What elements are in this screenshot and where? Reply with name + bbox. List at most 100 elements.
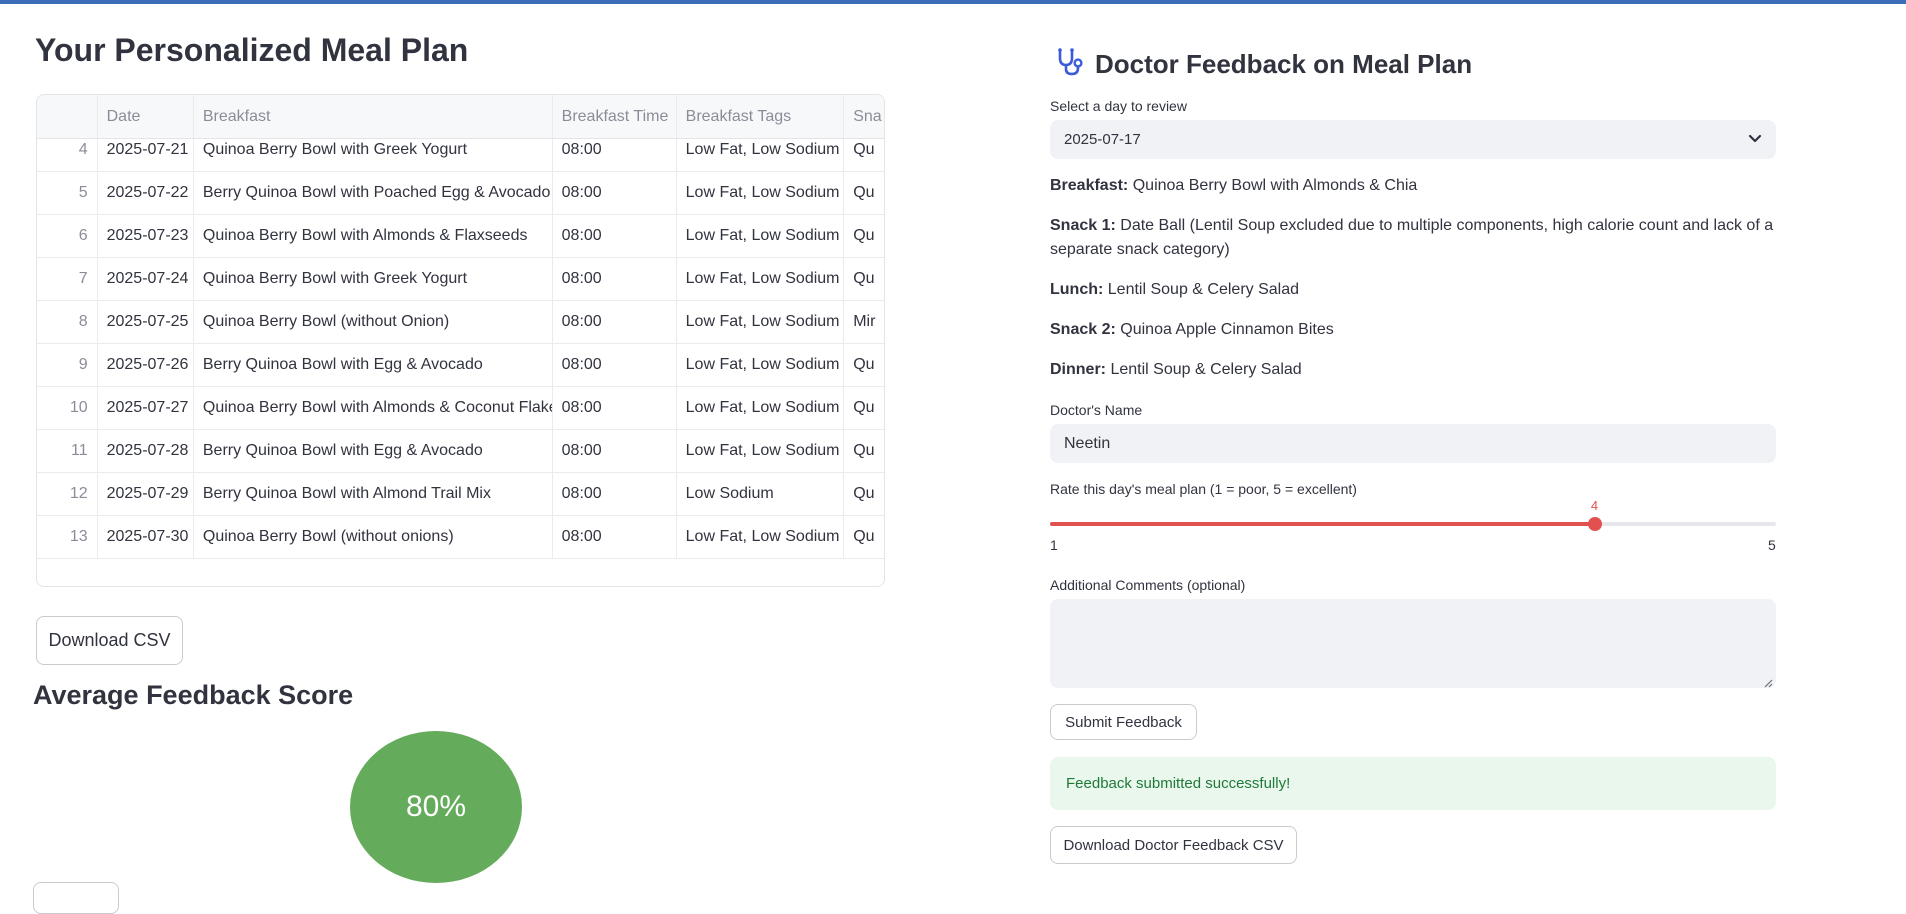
table-row[interactable]: 7 2025-07-24 Quinoa Berry Bowl with Greek … bbox=[37, 258, 884, 301]
cell-breakfast[interactable]: Quinoa Berry Bowl (without Onion) bbox=[194, 301, 553, 343]
cell-index[interactable]: 7 bbox=[37, 258, 98, 300]
doctor-feedback-title: Doctor Feedback on Meal Plan bbox=[1095, 49, 1473, 79]
cell-index[interactable]: 12 bbox=[37, 473, 98, 515]
cell-date[interactable]: 2025-07-27 bbox=[98, 387, 194, 429]
table-row[interactable]: 13 2025-07-30 Quinoa Berry Bowl (without o… bbox=[37, 516, 884, 559]
table-row[interactable]: 11 2025-07-28 Berry Quinoa Bowl with Egg &… bbox=[37, 430, 884, 473]
stethoscope-icon bbox=[1053, 46, 1085, 83]
cell-breakfast-time[interactable]: 08:00 bbox=[553, 172, 677, 214]
meal-dinner: Dinner: Lentil Soup & Celery Salad bbox=[1050, 361, 1302, 378]
table-row[interactable]: 6 2025-07-23 Quinoa Berry Bowl with Almond… bbox=[37, 215, 884, 258]
average-feedback-title: Average Feedback Score bbox=[33, 680, 354, 710]
rating-label: Rate this day's meal plan (1 = poor, 5 =… bbox=[1050, 481, 1357, 497]
table-row[interactable]: 10 2025-07-27 Quinoa Berry Bowl with Almon… bbox=[37, 387, 884, 430]
cell-breakfast[interactable]: Berry Quinoa Bowl with Egg & Avocado bbox=[194, 344, 553, 386]
column-header-breakfast[interactable]: Breakfast bbox=[194, 95, 553, 138]
rating-slider-thumb[interactable] bbox=[1587, 517, 1602, 531]
meal-lunch: Lunch: Lentil Soup & Celery Salad bbox=[1050, 281, 1300, 298]
column-header-breakfast-tags[interactable]: Breakfast Tags bbox=[677, 95, 845, 138]
rating-slider-fill bbox=[1050, 522, 1595, 526]
cell-snack[interactable]: Qu bbox=[844, 215, 884, 257]
cell-breakfast-tags[interactable]: Low Fat, Low Sodium bbox=[677, 430, 845, 472]
table-row[interactable]: 12 2025-07-29 Berry Quinoa Bowl with Almon… bbox=[37, 473, 884, 516]
cell-snack[interactable]: Qu bbox=[844, 387, 884, 429]
cell-snack[interactable]: Qu bbox=[844, 516, 884, 558]
cell-breakfast-tags[interactable]: Low Fat, Low Sodium bbox=[677, 344, 845, 386]
table-row[interactable]: 8 2025-07-25 Quinoa Berry Bowl (without On… bbox=[37, 301, 884, 344]
rating-slider-value: 4 bbox=[1590, 498, 1599, 513]
cell-breakfast-time[interactable]: 08:00 bbox=[553, 344, 677, 386]
column-header-snack[interactable]: Sna bbox=[844, 95, 884, 138]
cell-breakfast[interactable]: Berry Quinoa Bowl with Egg & Avocado bbox=[194, 430, 553, 472]
select-day-label: Select a day to review bbox=[1050, 98, 1187, 114]
download-doctor-feedback-button[interactable]: Download Doctor Feedback CSV bbox=[1050, 826, 1297, 864]
cell-breakfast[interactable]: Berry Quinoa Bowl with Poached Egg & Avo… bbox=[194, 172, 553, 214]
table-body: 32025-07-20Quinoa Berry Bowl with Greek … bbox=[37, 95, 884, 559]
cell-date[interactable]: 2025-07-28 bbox=[98, 430, 194, 472]
table-header: Date Breakfast Breakfast Time Breakfast … bbox=[37, 95, 884, 139]
submit-feedback-button[interactable]: Submit Feedback bbox=[1050, 704, 1197, 740]
cell-breakfast-time[interactable]: 08:00 bbox=[553, 516, 677, 558]
cell-breakfast-tags[interactable]: Low Fat, Low Sodium bbox=[677, 258, 845, 300]
cell-index[interactable]: 6 bbox=[37, 215, 98, 257]
average-score-circle: 80% bbox=[350, 731, 522, 883]
cell-breakfast-time[interactable]: 08:00 bbox=[553, 473, 677, 515]
cell-breakfast[interactable]: Quinoa Berry Bowl with Almonds & Coconut… bbox=[194, 387, 553, 429]
download-csv-button[interactable]: Download CSV bbox=[36, 616, 183, 665]
cell-breakfast-time[interactable]: 08:00 bbox=[553, 301, 677, 343]
cell-breakfast-time[interactable]: 08:00 bbox=[553, 430, 677, 472]
cell-date[interactable]: 2025-07-30 bbox=[98, 516, 194, 558]
cell-breakfast[interactable]: Quinoa Berry Bowl (without onions) bbox=[194, 516, 553, 558]
selected-day-value: 2025-07-17 bbox=[1064, 131, 1141, 148]
cell-breakfast-time[interactable]: 08:00 bbox=[553, 258, 677, 300]
cell-breakfast-tags[interactable]: Low Fat, Low Sodium bbox=[677, 215, 845, 257]
meal-plan-table[interactable]: Date Breakfast Breakfast Time Breakfast … bbox=[36, 94, 885, 587]
meal-snack-2: Snack 2: Quinoa Apple Cinnamon Bites bbox=[1050, 321, 1334, 338]
cell-index[interactable]: 13 bbox=[37, 516, 98, 558]
cell-snack[interactable]: Qu bbox=[844, 430, 884, 472]
cell-date[interactable]: 2025-07-26 bbox=[98, 344, 194, 386]
cell-snack[interactable]: Mir bbox=[844, 301, 884, 343]
cell-breakfast[interactable]: Berry Quinoa Bowl with Almond Trail Mix bbox=[194, 473, 553, 515]
cell-snack[interactable]: Qu bbox=[844, 473, 884, 515]
cell-date[interactable]: 2025-07-29 bbox=[98, 473, 194, 515]
meal-plan-title: Your Personalized Meal Plan bbox=[35, 32, 469, 68]
comments-label: Additional Comments (optional) bbox=[1050, 577, 1246, 593]
cell-breakfast-tags[interactable]: Low Fat, Low Sodium bbox=[677, 516, 845, 558]
doctor-name-label: Doctor's Name bbox=[1050, 402, 1143, 418]
cell-breakfast[interactable]: Quinoa Berry Bowl with Greek Yogurt bbox=[194, 258, 553, 300]
doctor-name-input[interactable]: Neetin bbox=[1050, 424, 1776, 463]
success-alert: Feedback submitted successfully! bbox=[1050, 757, 1776, 810]
column-header-breakfast-time[interactable]: Breakfast Time bbox=[553, 95, 677, 138]
cell-index[interactable]: 9 bbox=[37, 344, 98, 386]
cell-breakfast[interactable]: Quinoa Berry Bowl with Almonds & Flaxsee… bbox=[194, 215, 553, 257]
cell-date[interactable]: 2025-07-25 bbox=[98, 301, 194, 343]
resize-handle-icon[interactable] bbox=[1763, 675, 1773, 688]
rating-slider-max: 5 bbox=[1768, 537, 1776, 553]
cell-breakfast-time[interactable]: 08:00 bbox=[553, 387, 677, 429]
cell-index[interactable]: 8 bbox=[37, 301, 98, 343]
cell-breakfast-tags[interactable]: Low Fat, Low Sodium bbox=[677, 172, 845, 214]
cell-index[interactable]: 10 bbox=[37, 387, 98, 429]
chevron-down-icon bbox=[1748, 131, 1762, 148]
day-select[interactable]: 2025-07-17 bbox=[1050, 120, 1776, 159]
cell-snack[interactable]: Qu bbox=[844, 344, 884, 386]
comments-textarea[interactable] bbox=[1050, 599, 1776, 688]
column-header-date[interactable]: Date bbox=[98, 95, 194, 138]
table-row[interactable]: 9 2025-07-26 Berry Quinoa Bowl with Egg & … bbox=[37, 344, 884, 387]
cell-index[interactable]: 11 bbox=[37, 430, 98, 472]
cell-date[interactable]: 2025-07-24 bbox=[98, 258, 194, 300]
partial-button[interactable] bbox=[33, 882, 119, 914]
cell-breakfast-tags[interactable]: Low Fat, Low Sodium bbox=[677, 387, 845, 429]
cell-date[interactable]: 2025-07-22 bbox=[98, 172, 194, 214]
column-header-index[interactable] bbox=[37, 95, 98, 138]
cell-breakfast-time[interactable]: 08:00 bbox=[553, 215, 677, 257]
cell-date[interactable]: 2025-07-23 bbox=[98, 215, 194, 257]
table-row[interactable]: 5 2025-07-22 Berry Quinoa Bowl with Poache… bbox=[37, 172, 884, 215]
top-accent-bar bbox=[0, 0, 1906, 4]
cell-breakfast-tags[interactable]: Low Sodium bbox=[677, 473, 845, 515]
cell-snack[interactable]: Qu bbox=[844, 258, 884, 300]
cell-snack[interactable]: Qu bbox=[844, 172, 884, 214]
cell-breakfast-tags[interactable]: Low Fat, Low Sodium bbox=[677, 301, 845, 343]
cell-index[interactable]: 5 bbox=[37, 172, 98, 214]
